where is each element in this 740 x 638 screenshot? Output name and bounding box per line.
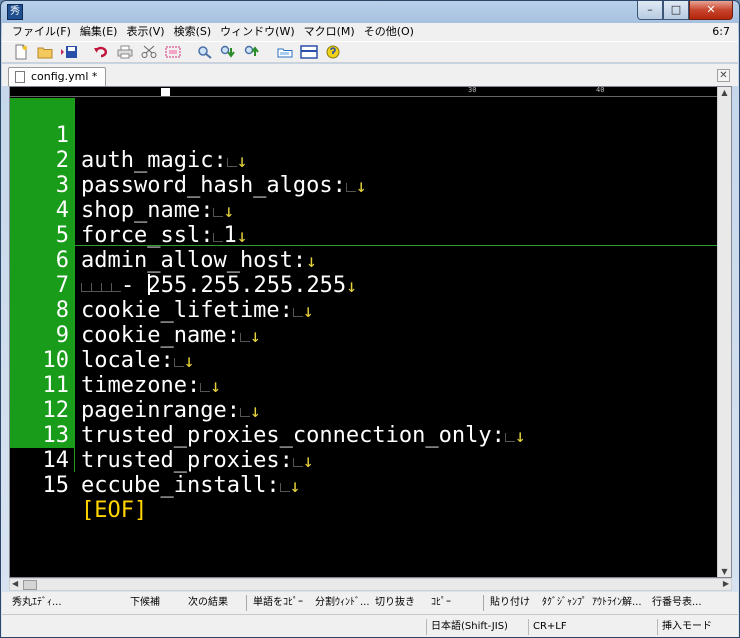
function-key-bar: 秀丸ｴﾃﾞｨ... 下候補 次の結果 単語をｺﾋﾟｰ 分割ｳｨﾝﾄﾞ... 切り… bbox=[2, 592, 738, 614]
code-line-eof: 15 [EOF] bbox=[10, 448, 710, 523]
document-icon bbox=[15, 71, 25, 83]
fkey-split-window[interactable]: 分割ｳｨﾝﾄﾞ... bbox=[315, 592, 375, 614]
scroll-right-arrow-icon[interactable]: ▶ bbox=[723, 579, 729, 588]
code-line: 14 eccube_install: ↓ bbox=[10, 423, 710, 498]
menu-search[interactable]: 検索(S) bbox=[170, 23, 217, 41]
window-icon[interactable] bbox=[298, 43, 319, 61]
fkey-next-candidate[interactable]: 下候補 bbox=[130, 592, 188, 614]
fkey-next-result[interactable]: 次の結果 bbox=[188, 592, 240, 614]
code-text: eccube_install: bbox=[81, 473, 280, 498]
horizontal-scroll-thumb[interactable] bbox=[23, 580, 37, 590]
editor-window: 秀 – □ ✕ ファイル(F) 編集(E) 表示(V) 検索(S) ウィンドウ(… bbox=[0, 0, 740, 638]
return-mark: ↓ bbox=[289, 476, 301, 497]
code-line: 11 pageinrange: ↓ bbox=[10, 348, 710, 423]
scroll-left-arrow-icon[interactable]: ◀ bbox=[12, 579, 18, 588]
code-line: 8 cookie_name: ↓ bbox=[10, 273, 710, 348]
undo-icon[interactable] bbox=[90, 43, 111, 61]
status-newline[interactable]: CR+LF bbox=[528, 619, 588, 635]
fkey-cut[interactable]: 切り抜き bbox=[375, 592, 431, 614]
status-encoding[interactable]: 日本語(Shift-JIS) bbox=[426, 619, 526, 635]
app-icon[interactable]: 秀 bbox=[7, 4, 23, 20]
code-line: 2 password_hash_algos: ↓ bbox=[10, 123, 710, 198]
maximize-button[interactable]: □ bbox=[663, 1, 689, 20]
fkey-line-numbers[interactable]: 行番号表... bbox=[652, 592, 706, 614]
code-line: 10 timezone: ↓ bbox=[10, 323, 710, 398]
fkey-copy[interactable]: ｺﾋﾟｰ bbox=[431, 592, 477, 614]
menu-edit[interactable]: 編集(E) bbox=[76, 23, 123, 41]
scroll-up-arrow-icon[interactable]: ▲ bbox=[720, 88, 729, 97]
find-down-icon[interactable] bbox=[218, 43, 239, 61]
open-folder-icon[interactable] bbox=[34, 43, 55, 61]
code-line: 1 auth_magic: ↓ bbox=[10, 98, 710, 173]
ruler-mark-30: 30 bbox=[468, 86, 477, 94]
vertical-scrollbar[interactable]: ▲ ▼ bbox=[717, 87, 731, 577]
help-icon[interactable] bbox=[322, 43, 343, 61]
line-number: 15 bbox=[42, 473, 70, 498]
menu-file[interactable]: ファイル(F) bbox=[8, 23, 76, 41]
cursor-position: 6:7 bbox=[712, 25, 730, 38]
eof-marker: [EOF] bbox=[81, 498, 148, 523]
toolbar bbox=[2, 41, 738, 63]
close-button[interactable]: ✕ bbox=[689, 1, 733, 20]
fkey-separator bbox=[483, 595, 484, 611]
save-icon[interactable] bbox=[58, 43, 79, 61]
copy-icon[interactable] bbox=[162, 43, 183, 61]
code-line-current: 6 - 255.255.255.255↓ bbox=[10, 223, 710, 298]
status-bar: 日本語(Shift-JIS) CR+LF 挿入モード bbox=[2, 614, 738, 637]
minimize-button[interactable]: – bbox=[637, 1, 663, 20]
tab-label: config.yml * bbox=[31, 70, 98, 83]
code-line: 9 locale: ↓ bbox=[10, 298, 710, 373]
scroll-down-arrow-icon[interactable]: ▼ bbox=[720, 567, 729, 576]
fkey-copy-word[interactable]: 単語をｺﾋﾟｰ bbox=[253, 592, 315, 614]
find-up-icon[interactable] bbox=[242, 43, 263, 61]
find-icon[interactable] bbox=[194, 43, 215, 61]
code-line: 5 admin_allow_host:↓ bbox=[10, 198, 710, 273]
horizontal-scrollbar[interactable]: ◀ ▶ bbox=[9, 578, 732, 591]
cut-icon[interactable] bbox=[138, 43, 159, 61]
window-controls: – □ ✕ bbox=[637, 1, 733, 20]
menu-bar: ファイル(F) 編集(E) 表示(V) 検索(S) ウィンドウ(W) マクロ(M… bbox=[2, 23, 738, 41]
code-line: 13 trusted_proxies: ↓ bbox=[10, 398, 710, 473]
fkey-separator bbox=[246, 595, 247, 611]
fkey-outline[interactable]: ｱｳﾄﾗｲﾝ解... bbox=[592, 592, 652, 614]
ruler-cursor-marker bbox=[161, 88, 170, 96]
grep-icon[interactable] bbox=[274, 43, 295, 61]
menu-macro[interactable]: マクロ(M) bbox=[300, 23, 360, 41]
title-bar[interactable]: 秀 – □ ✕ bbox=[1, 1, 739, 23]
print-icon[interactable] bbox=[114, 43, 135, 61]
code-line: 3 shop_name: ↓ bbox=[10, 148, 710, 223]
menu-window[interactable]: ウィンドウ(W) bbox=[216, 23, 299, 41]
text-editor[interactable]: 30 40 1 auth_magic: ↓ 2 password_hash_alg… bbox=[9, 86, 732, 578]
ruler-mark-40: 40 bbox=[596, 86, 605, 94]
menu-view[interactable]: 表示(V) bbox=[122, 23, 169, 41]
code-line: 7 cookie_lifetime: ↓ bbox=[10, 248, 710, 323]
close-tab-button[interactable]: ✕ bbox=[717, 69, 730, 82]
status-input-mode: 挿入モード bbox=[657, 619, 727, 635]
code-line: 12 trusted_proxies_connection_only: ↓ bbox=[10, 373, 710, 448]
code-line: 4 force_ssl: 1↓ bbox=[10, 173, 710, 248]
menu-other[interactable]: その他(O) bbox=[360, 23, 419, 41]
fkey-tag-jump[interactable]: ﾀｸﾞｼﾞｬﾝﾌﾟ bbox=[542, 592, 592, 614]
new-file-icon[interactable] bbox=[10, 43, 31, 61]
fkey-paste[interactable]: 貼り付け bbox=[490, 592, 542, 614]
tab-bar: config.yml * ✕ bbox=[2, 64, 738, 86]
column-ruler: 30 40 bbox=[10, 86, 718, 97]
tab-config-yml[interactable]: config.yml * bbox=[8, 67, 107, 86]
fkey-hidemaru-editor[interactable]: 秀丸ｴﾃﾞｨ... bbox=[12, 592, 130, 614]
